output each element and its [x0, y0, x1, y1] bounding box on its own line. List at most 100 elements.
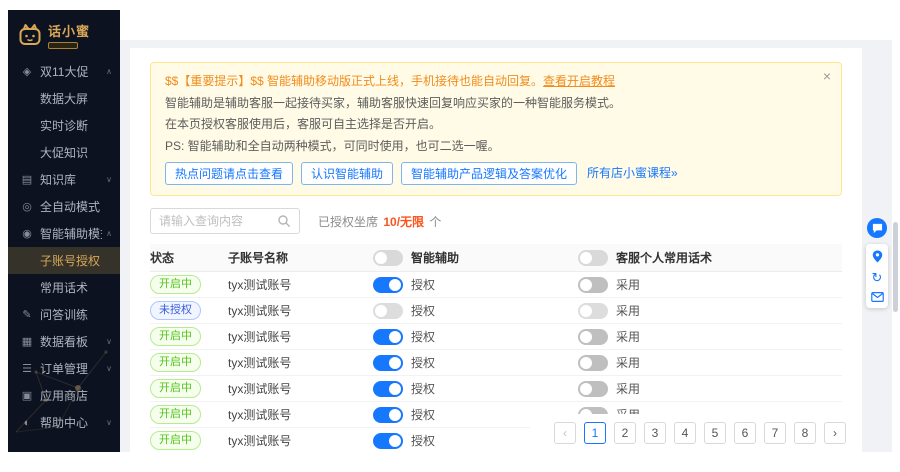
sidebar-item[interactable]: ▣ 应用商店	[8, 382, 120, 409]
location-icon[interactable]	[872, 250, 883, 263]
account-name: tyx测试账号	[228, 434, 292, 449]
assist-label: 授权	[411, 278, 436, 293]
sidebar-item-label: 双11大促	[40, 65, 89, 79]
account-name: tyx测试账号	[228, 408, 292, 423]
assist-toggle[interactable]	[373, 380, 403, 397]
account-name: tyx测试账号	[228, 382, 292, 397]
phrases-label: 采用	[616, 382, 641, 397]
page-button[interactable]: 3	[644, 422, 666, 444]
sidebar-item[interactable]: ◈ 双11大促	[8, 58, 120, 85]
table-row: 开启中 tyx测试账号 授权 采用	[150, 376, 842, 403]
sidebar-item-label: 知识库	[40, 173, 77, 187]
account-name: tyx测试账号	[228, 330, 292, 345]
status-badge: 开启中	[150, 327, 201, 347]
phrases-toggle[interactable]	[578, 354, 608, 371]
banner-button[interactable]: 热点问题请点击查看	[165, 162, 294, 186]
floating-toolbar: ↻	[866, 218, 888, 308]
phrases-label: 采用	[616, 330, 641, 345]
assist-toggle[interactable]	[373, 302, 403, 319]
page-button[interactable]: 6	[734, 422, 756, 444]
sidebar-item[interactable]: ◉ 智能辅助模式	[8, 220, 120, 247]
sidebar-item-label: 帮助中心	[40, 416, 89, 430]
tutorial-link[interactable]: 查看开启教程	[543, 74, 615, 88]
next-page-button[interactable]: ›	[824, 422, 846, 444]
page-button[interactable]: 8	[794, 422, 816, 444]
phrases-master-toggle[interactable]	[578, 249, 608, 266]
search-row: 已授权坐席 10/无限 个	[150, 208, 842, 235]
page-button[interactable]: 4	[674, 422, 696, 444]
sidebar-item[interactable]: 常用话术	[8, 274, 120, 301]
auto-icon: ◎	[22, 201, 32, 213]
assist-toggle[interactable]	[373, 354, 403, 371]
banner-buttons: 热点问题请点击查看 认识智能辅助 智能辅助产品逻辑及答案优化	[165, 162, 578, 186]
board-icon: ▦	[21, 336, 33, 348]
banner-title: $$【重要提示】$$ 智能辅助移动版正式上线，手机接待也能自动回复。	[165, 74, 544, 88]
order-icon: ☰	[22, 363, 32, 375]
seats-label: 已授权坐席	[318, 214, 379, 229]
phrases-toggle[interactable]	[578, 328, 608, 345]
prev-page-button[interactable]: ‹	[554, 422, 576, 444]
sidebar-item[interactable]: ☰ 订单管理	[8, 355, 120, 382]
floating-panel: ↻	[866, 244, 888, 308]
sidebar-item-label: 订单管理	[40, 362, 89, 376]
chevron-icon	[102, 337, 112, 346]
sidebar-item[interactable]: ▦ 数据看板	[8, 328, 120, 355]
col-assist: 智能辅助	[411, 251, 460, 266]
assist-toggle[interactable]	[373, 328, 403, 345]
app-title: 话小蜜	[48, 24, 91, 39]
sidebar-item[interactable]: 实时诊断	[8, 112, 120, 139]
qa-icon: ✎	[22, 309, 32, 321]
chat-icon[interactable]	[867, 218, 887, 238]
page-button[interactable]: 2	[614, 422, 636, 444]
assist-master-toggle[interactable]	[373, 249, 403, 266]
sidebar-item-label: 常用话术	[40, 281, 89, 295]
banner-line: 智能辅助是辅助客服一起接待买家，辅助客服快速回复响应买家的一种智能服务模式。	[165, 95, 622, 110]
phrases-toggle[interactable]	[578, 380, 608, 397]
search-icon[interactable]	[277, 214, 291, 228]
sidebar-item[interactable]: ◎ 全自动模式	[8, 193, 120, 220]
close-icon[interactable]: ×	[823, 69, 831, 83]
phrases-toggle[interactable]	[578, 276, 608, 293]
chevron-icon	[102, 364, 112, 373]
history-icon[interactable]: ↻	[872, 271, 883, 284]
assist-label: 授权	[411, 330, 436, 345]
page-button[interactable]: 1	[584, 422, 606, 444]
assist-toggle[interactable]	[373, 406, 403, 423]
promo-icon: ◈	[22, 66, 32, 78]
content-card: × $$【重要提示】$$ 智能辅助移动版正式上线，手机接待也能自动回复。查看开启…	[130, 48, 862, 452]
search-input[interactable]	[159, 214, 277, 229]
sidebar-item[interactable]: ◐ 帮助中心	[8, 409, 120, 436]
assist-icon: ◉	[22, 228, 32, 240]
page-button[interactable]: 7	[764, 422, 786, 444]
status-badge: 开启中	[150, 405, 201, 425]
banner-button[interactable]: 智能辅助产品逻辑及答案优化	[401, 162, 578, 186]
mail-icon[interactable]	[870, 292, 884, 302]
sidebar-item[interactable]: 子账号授权	[8, 247, 120, 274]
status-badge: 开启中	[150, 379, 201, 399]
account-name: tyx测试账号	[228, 356, 292, 371]
logo: 话小蜜	[8, 10, 120, 58]
assist-label: 授权	[411, 356, 436, 371]
sidebar-item-label: 应用商店	[40, 389, 89, 403]
all-courses-link[interactable]: 所有店小蜜课程»	[587, 163, 678, 185]
sidebar-item[interactable]: 大促知识	[8, 139, 120, 166]
table-row: 开启中 tyx测试账号 授权 采用	[150, 350, 842, 377]
main-area: × $$【重要提示】$$ 智能辅助移动版正式上线，手机接待也能自动回复。查看开启…	[120, 10, 892, 452]
sidebar-item[interactable]: ✎ 问答训练	[8, 301, 120, 328]
assist-label: 授权	[411, 382, 436, 397]
col-account: 子账号名称	[228, 251, 289, 266]
sidebar-item-label: 智能辅助模式	[40, 227, 102, 241]
sidebar-item[interactable]: ▤ 知识库	[8, 166, 120, 193]
banner-button[interactable]: 认识智能辅助	[301, 162, 394, 186]
assist-toggle[interactable]	[373, 432, 403, 449]
top-header-bar	[120, 10, 892, 40]
assist-toggle[interactable]	[373, 276, 403, 293]
page-button[interactable]: 5	[704, 422, 726, 444]
phrases-toggle[interactable]	[578, 302, 608, 319]
status-badge: 开启中	[150, 353, 201, 373]
scrollbar-thumb[interactable]	[893, 222, 898, 312]
authorized-seats: 已授权坐席 10/无限 个	[318, 213, 441, 230]
sidebar-item[interactable]: 数据大屏	[8, 85, 120, 112]
notice-banner: × $$【重要提示】$$ 智能辅助移动版正式上线，手机接待也能自动回复。查看开启…	[150, 62, 842, 197]
status-badge: 开启中	[150, 431, 201, 451]
